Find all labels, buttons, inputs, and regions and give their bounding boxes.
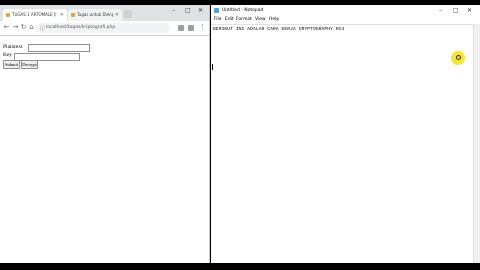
tab-inactive[interactable]: Tugas untuk Dienpop Kri ✕	[68, 9, 122, 21]
maximize-button[interactable]: □	[185, 7, 191, 14]
notepad-text-area[interactable]: BERIKUT INI ADALAH CARA KERJA CRYPTOGRAP…	[211, 24, 473, 263]
notepad-window: Untitled - Notepad – □ ✕ File Edit Forma…	[211, 5, 480, 263]
address-url: localhost/tugas/kriptografi.php	[46, 25, 116, 30]
menu-view[interactable]: View	[255, 16, 266, 24]
menu-edit[interactable]: Edit	[225, 16, 234, 24]
tab-strip: TUGAS 1 ARTOMALE [DIGOPES] ✕ Tugas untuk…	[0, 5, 210, 21]
close-button[interactable]: ✕	[198, 7, 203, 14]
window-divider	[209, 5, 210, 263]
key-label: Key	[3, 52, 13, 58]
tab-close-icon[interactable]: ✕	[115, 9, 119, 21]
maximize-button[interactable]: □	[453, 5, 459, 16]
menu-format[interactable]: Format	[236, 16, 252, 24]
minimize-button[interactable]: –	[439, 5, 442, 16]
notepad-titlebar: Untitled - Notepad – □ ✕	[211, 5, 480, 16]
info-icon[interactable]: ⓘ	[40, 25, 45, 32]
close-button[interactable]: ✕	[467, 5, 472, 16]
tab-title: Tugas untuk Dienpop Kri	[77, 12, 113, 17]
tab-favicon-icon	[6, 13, 10, 17]
menu-file[interactable]: File	[214, 16, 222, 24]
menu-help[interactable]: Help	[269, 16, 279, 24]
tab-title: TUGAS 1 ARTOMALE [DIGOPES]	[12, 12, 56, 17]
submit-button[interactable]: Submit	[3, 60, 20, 69]
tab-favicon-icon	[71, 13, 75, 17]
vertical-scrollbar[interactable]	[473, 24, 480, 263]
new-tab-button[interactable]	[124, 10, 132, 18]
extension-icon[interactable]	[188, 25, 194, 31]
menu-icon[interactable]: ⋮	[198, 23, 207, 32]
address-bar[interactable]: ⓘ localhost/tugas/kriptografi.php	[36, 23, 170, 33]
notepad-icon	[214, 8, 219, 13]
text-caret	[212, 64, 213, 70]
minimize-button[interactable]: –	[172, 7, 175, 14]
page-content: Plaintext Key Submit Decrypt	[0, 36, 210, 263]
notepad-text: BERIKUT INI ADALAH CARA KERJA CRYPTOGRAP…	[213, 27, 345, 32]
notepad-title: Untitled - Notepad	[222, 8, 264, 13]
browser-toolbar: ← → ↻ ⌂ ⓘ localhost/tugas/kriptografi.ph…	[0, 21, 210, 36]
plaintext-input[interactable]	[28, 44, 90, 52]
decrypt-button[interactable]: Decrypt	[21, 60, 38, 69]
notepad-menubar: File Edit Format View Help	[211, 16, 480, 24]
browser-window: TUGAS 1 ARTOMALE [DIGOPES] ✕ Tugas untuk…	[0, 5, 210, 263]
bottom-letterbox	[0, 263, 480, 270]
home-icon[interactable]: ⌂	[27, 23, 36, 32]
back-icon[interactable]: ←	[2, 23, 11, 32]
tab-active[interactable]: TUGAS 1 ARTOMALE [DIGOPES] ✕	[3, 9, 67, 21]
extension-icon[interactable]	[178, 25, 184, 31]
plaintext-label: Plaintext	[3, 44, 23, 50]
tab-close-icon[interactable]: ✕	[60, 9, 64, 21]
mouse-pointer-icon	[456, 55, 461, 60]
